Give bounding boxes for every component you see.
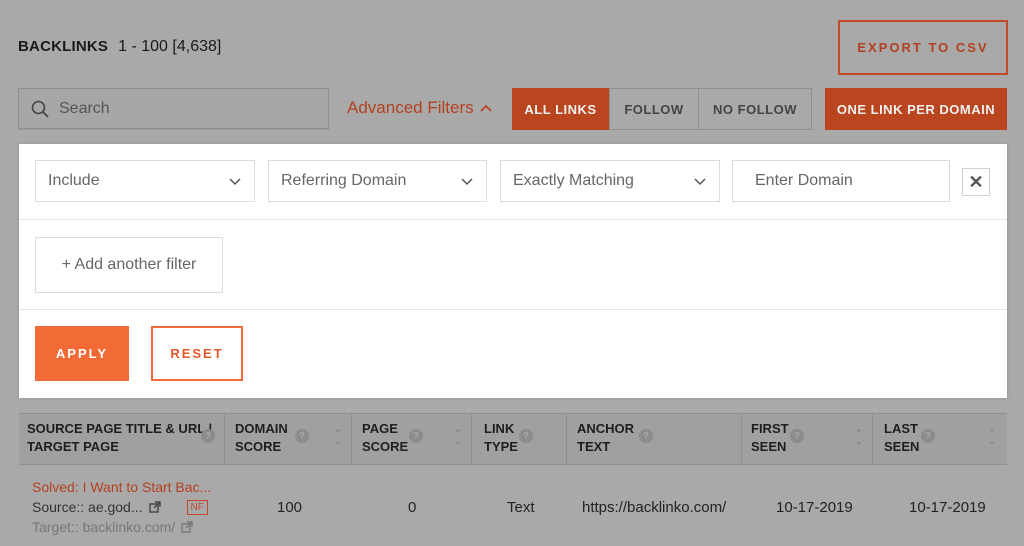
page-title: BACKLINKS: [18, 38, 109, 55]
domain-score-cell: 100: [277, 499, 303, 516]
search-input[interactable]: [59, 99, 309, 118]
sort-icon[interactable]: ⌃ ⌄: [987, 429, 997, 447]
help-icon[interactable]: ?: [790, 429, 804, 443]
help-icon[interactable]: ?: [519, 429, 533, 443]
field-select-value: Referring Domain: [281, 172, 407, 189]
export-csv-button[interactable]: EXPORT TO CSV: [838, 20, 1008, 75]
table-header: SOURCE PAGE TITLE & URL | TARGET PAGE ? …: [19, 413, 1007, 466]
divider: [19, 219, 1007, 220]
source-title-link[interactable]: Solved: I Want to Start Bac...: [32, 479, 211, 495]
domain-input[interactable]: [732, 160, 950, 202]
nofollow-badge: NF: [186, 499, 208, 515]
column-header-domain-score[interactable]: DOMAIN SCORE: [235, 420, 288, 456]
chevron-up-icon: [480, 104, 492, 112]
source-url: Source:: ae.god... NF: [32, 499, 208, 515]
anchor-text-cell: https://backlinko.com/: [582, 499, 727, 516]
help-icon[interactable]: ?: [409, 429, 423, 443]
help-icon[interactable]: ?: [295, 429, 309, 443]
search-box[interactable]: [18, 88, 329, 129]
sort-icon[interactable]: ⌃ ⌄: [453, 429, 463, 447]
table-row: Solved: I Want to Start Bac... Source:: …: [19, 465, 1007, 546]
remove-filter-button[interactable]: ✕: [962, 168, 990, 196]
apply-button[interactable]: APPLY: [35, 326, 129, 381]
column-separator: [566, 414, 567, 466]
chevron-down-icon: [694, 178, 706, 186]
include-select-value: Include: [48, 172, 100, 189]
column-header-source[interactable]: SOURCE PAGE TITLE & URL | TARGET PAGE: [27, 420, 212, 456]
help-icon[interactable]: ?: [921, 429, 935, 443]
match-select[interactable]: Exactly Matching: [500, 160, 720, 202]
match-select-value: Exactly Matching: [513, 172, 634, 189]
chevron-down-icon: [229, 178, 241, 186]
divider: [19, 309, 1007, 310]
advanced-filters-label: Advanced Filters: [347, 98, 474, 117]
sort-icon[interactable]: ⌃ ⌄: [333, 429, 343, 447]
results-range: 1 - 100 [4,638]: [118, 38, 222, 55]
column-separator: [224, 414, 225, 466]
page-header: BACKLINKS 1 - 100 [4,638]: [18, 38, 221, 56]
close-icon: ✕: [968, 171, 984, 192]
column-separator: [351, 414, 352, 466]
page-score-cell: 0: [408, 499, 417, 516]
column-header-last-seen[interactable]: LAST SEEN: [884, 420, 919, 456]
column-header-first-seen[interactable]: FIRST SEEN: [751, 420, 789, 456]
external-link-icon[interactable]: [181, 521, 193, 533]
last-seen-cell: 10-17-2019: [909, 499, 986, 516]
column-header-page-score[interactable]: PAGE SCORE: [362, 420, 408, 456]
external-link-icon[interactable]: [148, 501, 161, 513]
target-url-text[interactable]: Target:: backlinko.com/: [32, 519, 175, 535]
help-icon[interactable]: ?: [201, 429, 215, 443]
field-select[interactable]: Referring Domain: [268, 160, 487, 202]
all-links-tab[interactable]: ALL LINKS: [512, 88, 609, 130]
column-header-anchor-text[interactable]: ANCHOR TEXT: [577, 420, 634, 456]
chevron-down-icon: [461, 178, 473, 186]
column-separator: [741, 414, 742, 466]
include-select[interactable]: Include: [35, 160, 255, 202]
one-link-per-domain-button[interactable]: ONE LINK PER DOMAIN: [825, 88, 1007, 130]
no-follow-tab[interactable]: NO FOLLOW: [699, 88, 812, 130]
column-separator: [471, 414, 472, 466]
target-url: Target:: backlinko.com/: [32, 519, 193, 535]
add-filter-button[interactable]: + Add another filter: [35, 237, 223, 293]
search-icon: [31, 100, 49, 118]
sort-icon[interactable]: ⌃ ⌄: [854, 429, 864, 447]
advanced-filter-panel: Include Referring Domain Exactly Matchin…: [19, 144, 1007, 398]
advanced-filters-toggle[interactable]: Advanced Filters: [347, 98, 492, 118]
source-url-text[interactable]: Source:: ae.god...: [32, 499, 143, 515]
first-seen-cell: 10-17-2019: [776, 499, 853, 516]
column-separator: [872, 414, 873, 466]
follow-tab[interactable]: FOLLOW: [609, 88, 699, 130]
reset-button[interactable]: RESET: [151, 326, 243, 381]
link-type-cell: Text: [507, 499, 535, 516]
column-header-link-type[interactable]: LINK TYPE: [484, 420, 518, 456]
help-icon[interactable]: ?: [639, 429, 653, 443]
